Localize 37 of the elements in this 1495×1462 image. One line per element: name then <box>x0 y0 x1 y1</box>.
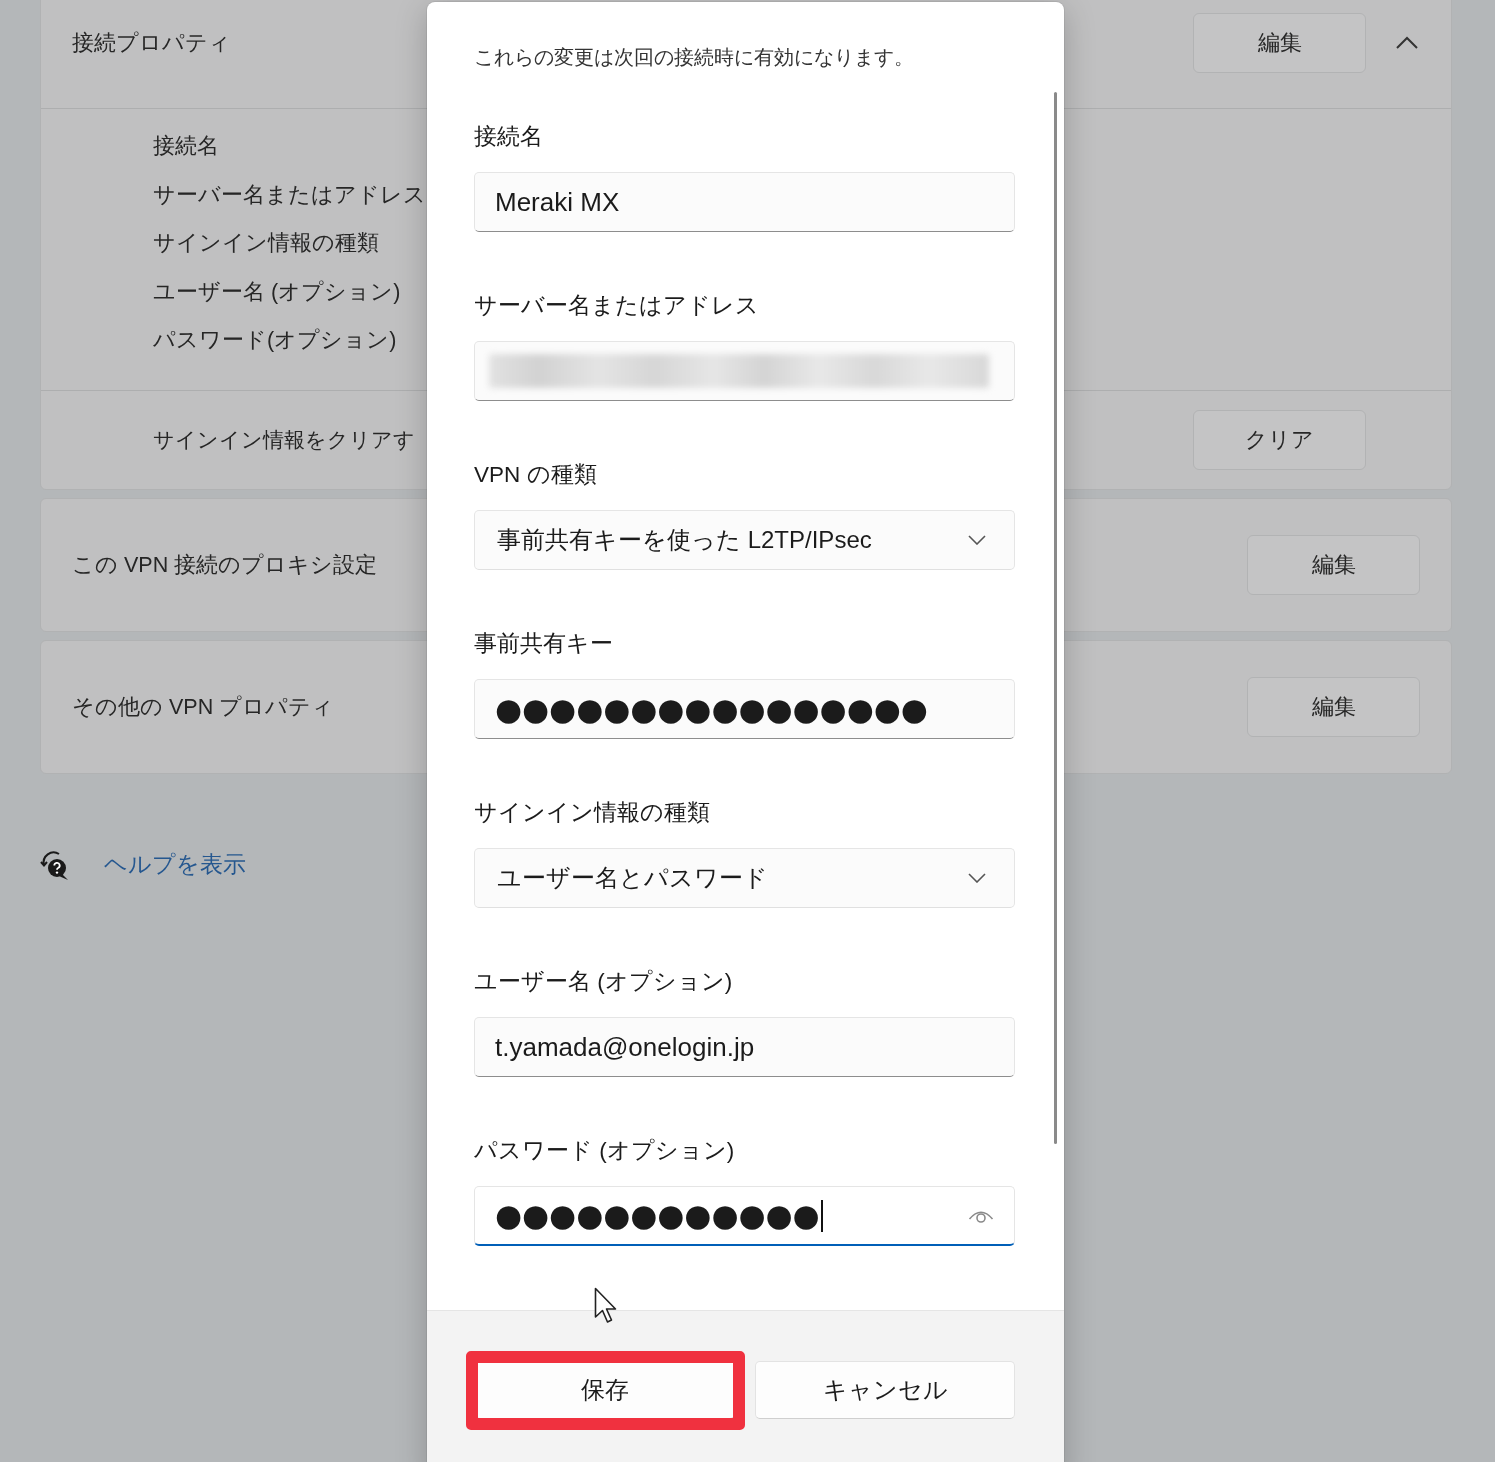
cancel-button[interactable]: キャンセル <box>755 1361 1015 1419</box>
edit-button[interactable]: 編集 <box>1247 676 1420 737</box>
save-button[interactable]: 保存 <box>475 1361 735 1419</box>
chevron-up-icon[interactable] <box>1396 36 1418 49</box>
property-label: サインイン情報の種類 <box>153 230 379 257</box>
section-title: 接続プロパティ <box>72 30 231 57</box>
property-label: サーバー名またはアドレス <box>153 181 426 209</box>
password-field[interactable]: ●●●●●●●●●●●● <box>474 1186 1015 1246</box>
field-label: 接続名 <box>474 123 543 151</box>
password-field[interactable]: ●●●●●●●●●●●●●●●● <box>474 679 1015 739</box>
property-label: 接続名 <box>153 133 219 160</box>
text-field[interactable]: t.yamada@onelogin.jp <box>474 1017 1015 1077</box>
field-label: 事前共有キー <box>474 630 613 658</box>
property-label: ユーザー名 (オプション) <box>153 278 401 306</box>
field-label: VPN の種類 <box>474 461 597 489</box>
property-label: パスワード(オプション) <box>153 327 397 354</box>
dropdown[interactable]: ユーザー名とパスワード <box>474 848 1015 908</box>
text-field[interactable] <box>474 341 1015 401</box>
field-label: サーバー名またはアドレス <box>474 292 759 320</box>
chevron-down-icon <box>968 535 986 545</box>
field-label: ユーザー名 (オプション) <box>474 968 733 996</box>
section-title: その他の VPN プロパティ <box>72 694 335 721</box>
clear-sign-in-label: サインイン情報をクリアす <box>153 426 415 453</box>
text-field[interactable]: Meraki MX <box>474 172 1015 232</box>
clear-button[interactable]: クリア <box>1193 409 1366 470</box>
field-label: サインイン情報の種類 <box>474 799 710 827</box>
notice-text: これらの変更は次回の接続時に有効になります。 <box>474 45 914 70</box>
field-label: パスワード (オプション) <box>474 1137 735 1165</box>
edit-button[interactable]: 編集 <box>1193 12 1366 73</box>
edit-button[interactable]: 編集 <box>1247 534 1420 595</box>
help-link[interactable]: ヘルプを表示 <box>104 849 246 880</box>
help-icon[interactable] <box>38 848 70 881</box>
section-title: この VPN 接続のプロキシ設定 <box>72 552 378 579</box>
text-cursor-icon <box>820 1199 823 1232</box>
scrollbar-thumb[interactable] <box>1054 92 1057 1144</box>
chevron-down-icon <box>968 873 986 883</box>
dropdown[interactable]: 事前共有キーを使った L2TP/IPsec <box>474 510 1015 570</box>
